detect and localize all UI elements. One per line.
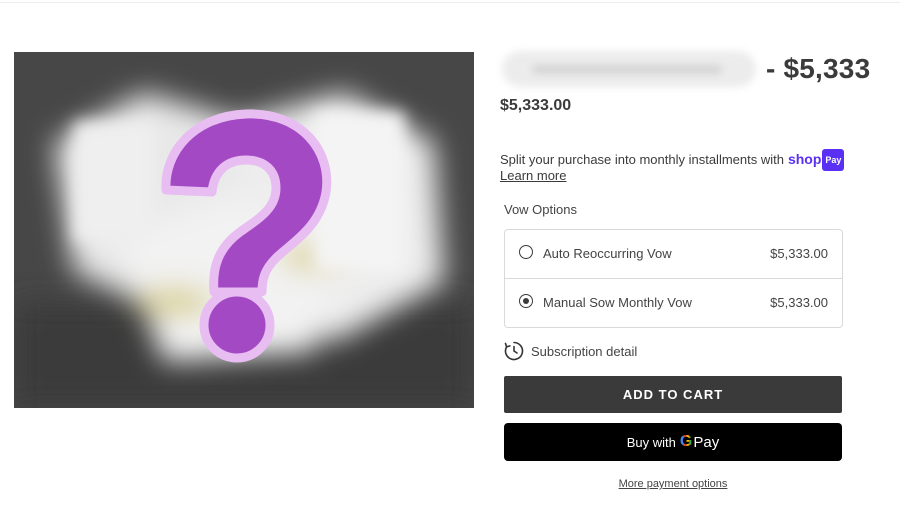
- more-payment-options-link[interactable]: More payment options: [504, 478, 842, 490]
- option-name: Auto Reoccurring Vow: [543, 246, 672, 261]
- product-image[interactable]: [14, 52, 474, 408]
- option-name: Manual Sow Monthly Vow: [543, 295, 692, 310]
- radio-checked-icon[interactable]: [519, 294, 533, 308]
- product-title: - $5,333: [496, 44, 896, 96]
- learn-more-link[interactable]: Learn more: [500, 168, 566, 183]
- shop-pay-logo: shop: [787, 151, 822, 167]
- installments-text: Split your purchase into monthly install…: [500, 152, 784, 167]
- blurred-title-text: [502, 51, 756, 87]
- google-pay-button[interactable]: Buy with G Pay: [504, 423, 842, 461]
- clock-history-icon: [504, 341, 524, 361]
- google-g-icon: G: [679, 433, 693, 450]
- header-divider: [0, 2, 900, 3]
- add-to-cart-button[interactable]: ADD TO CART: [504, 376, 842, 413]
- product-price: $5,333.00: [500, 97, 572, 114]
- gpay-buy-with-text: Buy with: [626, 434, 676, 450]
- product-page: - $5,333 $5,333.00 Split your purchase i…: [0, 0, 900, 516]
- shop-pay-badge: Pay: [822, 149, 845, 171]
- vow-options-group: Auto Reoccurring Vow $5,333.00 Manual So…: [504, 229, 843, 328]
- vow-options-label: Vow Options: [504, 202, 577, 217]
- subscription-detail-label: Subscription detail: [531, 344, 638, 359]
- option-price: $5,333.00: [770, 295, 828, 310]
- blurred-product-photo: [14, 52, 474, 408]
- option-price: $5,333.00: [770, 246, 828, 261]
- gpay-pay-text: Pay: [693, 433, 720, 451]
- option-auto-reoccurring-vow[interactable]: Auto Reoccurring Vow $5,333.00: [505, 230, 842, 279]
- radio-unchecked-icon[interactable]: [519, 245, 533, 259]
- option-manual-sow-monthly-vow[interactable]: Manual Sow Monthly Vow $5,333.00: [505, 279, 842, 327]
- title-price: - $5,333: [766, 53, 871, 84]
